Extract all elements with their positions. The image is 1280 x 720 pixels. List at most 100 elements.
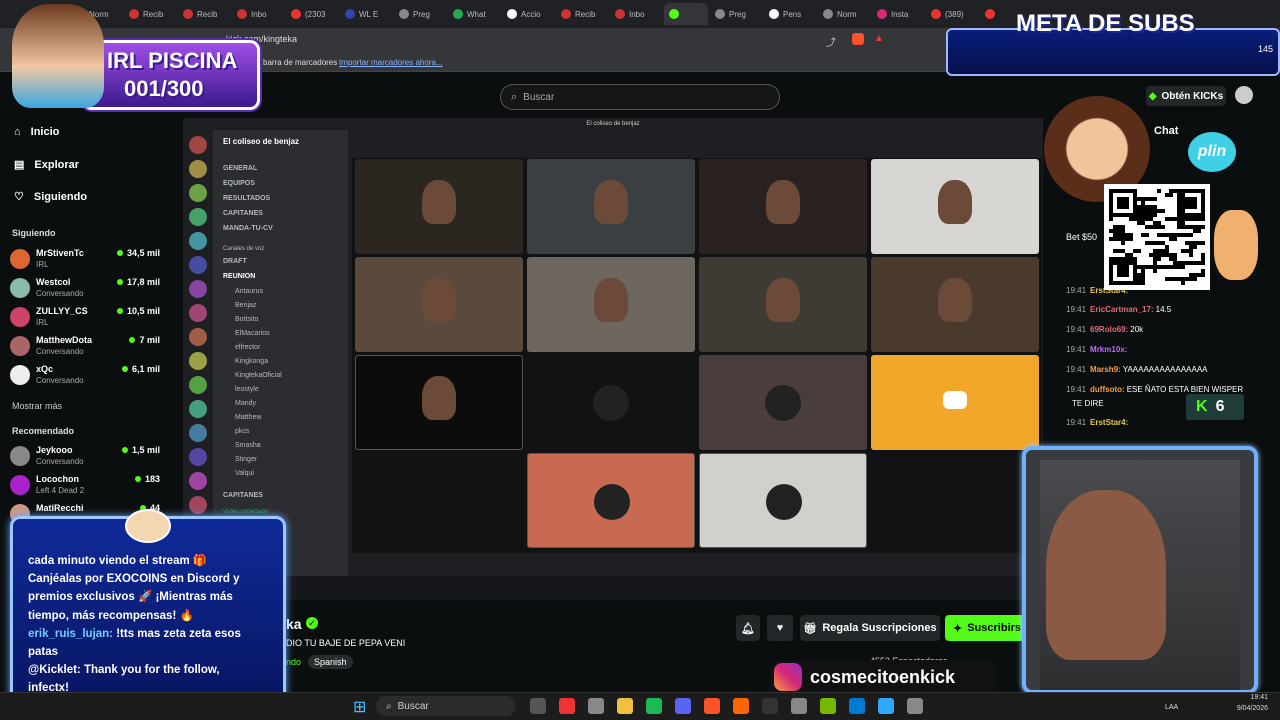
taskbar-app-icon[interactable] [646, 698, 662, 714]
discord-voice-capitanes[interactable]: CAPITANES [223, 492, 263, 499]
discord-voice-user[interactable]: leostyle [235, 386, 259, 393]
streamer-name[interactable]: ka [286, 616, 302, 632]
taskbar-app-icon[interactable] [733, 698, 749, 714]
follow-button[interactable]: ♥ [767, 615, 793, 641]
channel-item[interactable]: Jeykooo Conversando 1,5 mil [10, 443, 160, 471]
user-avatar[interactable] [1235, 86, 1253, 104]
discord-server-icon[interactable] [189, 448, 207, 466]
browser-tab[interactable]: (2303 [286, 3, 338, 25]
discord-server-icon[interactable] [189, 328, 207, 346]
taskbar-app-icon[interactable] [791, 698, 807, 714]
discord-voice-user[interactable]: pkcs [235, 428, 249, 435]
browser-tab[interactable]: Preg [394, 3, 446, 25]
browser-tab[interactable]: Accio [502, 3, 554, 25]
video-tile[interactable] [355, 355, 523, 450]
nav-inicio[interactable]: ⌂ Inicio [14, 126, 59, 138]
discord-voice-user[interactable]: KingtekaOficial [235, 372, 282, 379]
browser-tab[interactable]: Recib [556, 3, 608, 25]
taskbar-app-icon[interactable] [820, 698, 836, 714]
nav-explorar[interactable]: ▤ Explorar [14, 158, 79, 172]
video-tile[interactable] [871, 355, 1039, 450]
taskbar-app-icon[interactable] [675, 698, 691, 714]
discord-server-icon[interactable] [189, 424, 207, 442]
discord-text-channel[interactable]: RESULTADOS [223, 195, 270, 202]
brave-rewards-icon[interactable]: ▲ [874, 33, 884, 44]
taskbar-app-icon[interactable] [907, 698, 923, 714]
browser-tab[interactable]: WL E [340, 3, 392, 25]
taskbar-app-icon[interactable] [617, 698, 633, 714]
discord-server-icon[interactable] [189, 208, 207, 226]
discord-voice-user[interactable]: Mandy [235, 400, 256, 407]
channel-item[interactable]: Westcol Conversando 17,8 mil [10, 275, 160, 303]
chat-username[interactable]: 69Rolo69: [1090, 325, 1128, 334]
input-language[interactable]: LAA [1165, 704, 1178, 711]
discord-voice-draft[interactable]: DRAFT [223, 258, 247, 265]
channel-item[interactable]: ZULLYY_CS IRL 10,5 mil [10, 304, 160, 332]
taskbar-app-icon[interactable] [704, 698, 720, 714]
discord-voice-user[interactable]: Smasha [235, 442, 261, 449]
channel-item[interactable]: xQc Conversando 6,1 mil [10, 362, 160, 390]
taskbar-app-icon[interactable] [878, 698, 894, 714]
browser-tab[interactable]: Inbo [610, 3, 662, 25]
discord-server-icon[interactable] [189, 232, 207, 250]
video-tile[interactable] [871, 257, 1039, 352]
discord-server-icon[interactable] [189, 160, 207, 178]
taskbar-app-icon[interactable] [588, 698, 604, 714]
taskbar-app-icon[interactable] [762, 698, 778, 714]
discord-server-icon[interactable] [189, 136, 207, 154]
browser-tab[interactable]: What [448, 3, 500, 25]
discord-server-icon[interactable] [189, 400, 207, 418]
chat-username[interactable]: ErstStar4: [1090, 418, 1128, 427]
discord-server-icon[interactable] [189, 304, 207, 322]
video-tile[interactable] [355, 159, 523, 254]
stream-category[interactable]: ndo [286, 657, 301, 667]
discord-text-channel[interactable]: GENERAL [223, 165, 257, 172]
taskbar-app-icon[interactable] [559, 698, 575, 714]
language-tag[interactable]: Spanish [308, 655, 353, 669]
channel-item[interactable]: MrStivenTc IRL 34,5 mil [10, 246, 160, 274]
show-more-link[interactable]: Mostrar más [12, 401, 62, 411]
discord-voice-user[interactable]: Antaurus [235, 288, 263, 295]
discord-server-icon[interactable] [189, 280, 207, 298]
video-tile[interactable] [699, 257, 867, 352]
gift-subs-button[interactable]: 🎁︎ Regala Suscripciones [800, 615, 940, 641]
search-input[interactable]: ⌕ Buscar [500, 84, 780, 110]
video-tile[interactable] [871, 159, 1039, 254]
taskbar-date[interactable]: 9/04/2026 [1222, 705, 1268, 712]
brave-shield-icon[interactable] [852, 33, 864, 45]
chat-username[interactable]: duffsoto: [1090, 385, 1125, 394]
video-tile[interactable] [355, 257, 523, 352]
video-tile[interactable] [527, 355, 695, 450]
discord-server-icon[interactable] [189, 352, 207, 370]
subscribe-button[interactable]: ✦ Suscribirs [945, 615, 1025, 641]
discord-voice-user[interactable]: ElMacarios [235, 330, 270, 337]
video-tile[interactable] [527, 159, 695, 254]
video-tile[interactable] [527, 453, 695, 548]
browser-tab[interactable]: Pens [764, 3, 816, 25]
taskbar-app-icon[interactable] [530, 698, 546, 714]
discord-voice-user[interactable]: elfrector [235, 344, 260, 351]
discord-voice-user[interactable]: Bottsito [235, 316, 258, 323]
browser-tab[interactable]: Preg [710, 3, 762, 25]
nav-siguiendo[interactable]: ♡ Siguiendo [14, 190, 87, 204]
discord-voice-user[interactable]: Matthew [235, 414, 261, 421]
video-tile[interactable] [699, 453, 867, 548]
video-tile[interactable] [699, 355, 867, 450]
discord-server-icon[interactable] [189, 184, 207, 202]
windows-start-icon[interactable]: ⊞ [353, 697, 366, 717]
discord-server-icon[interactable] [189, 256, 207, 274]
get-kicks-button[interactable]: ◆ Obtén KICKs [1146, 86, 1226, 106]
browser-tab[interactable]: Insta [872, 3, 924, 25]
share-icon[interactable]: ⤴ [826, 34, 836, 49]
video-tile[interactable] [699, 159, 867, 254]
discord-voice-user[interactable]: Benjaz [235, 302, 256, 309]
discord-server-icon[interactable] [189, 472, 207, 490]
discord-voice-user[interactable]: Kingkonga [235, 358, 268, 365]
browser-tab[interactable]: Norm [818, 3, 870, 25]
chat-username[interactable]: Mrkm10x: [1090, 345, 1127, 354]
channel-item[interactable]: Locochon Left 4 Dead 2 183 [10, 472, 160, 500]
discord-server-icon[interactable] [189, 496, 207, 514]
taskbar-clock[interactable]: 19:41 [1222, 694, 1268, 701]
discord-text-channel[interactable]: MANDA-TU-CV [223, 225, 273, 232]
taskbar-search[interactable]: ⌕ Buscar [376, 696, 516, 716]
